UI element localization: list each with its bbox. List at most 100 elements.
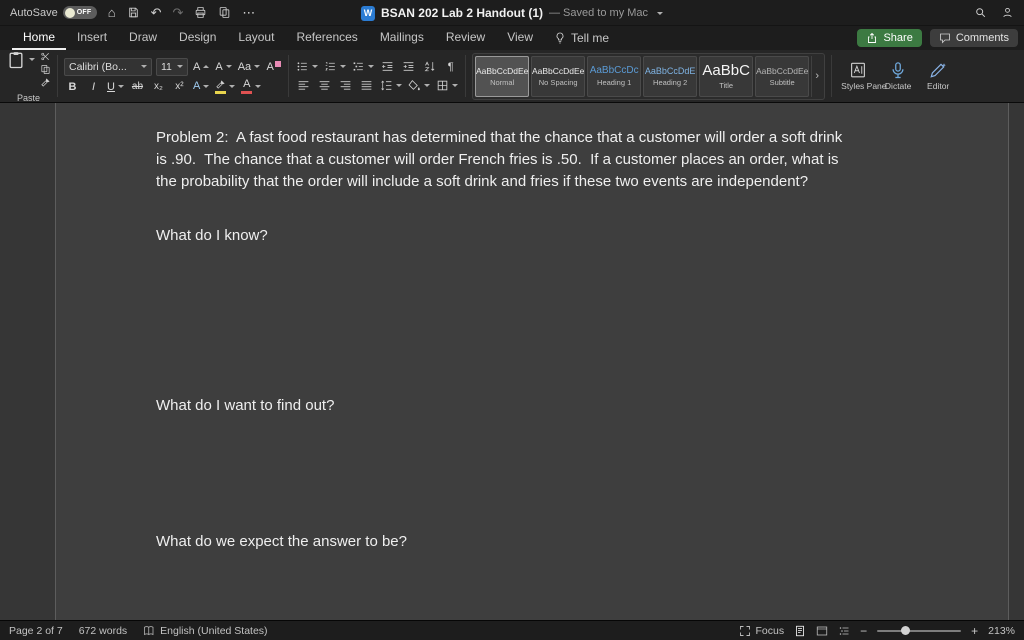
chevron-down-icon bbox=[141, 65, 147, 68]
save-icon[interactable] bbox=[127, 6, 140, 19]
subscript-button[interactable]: x₂ bbox=[150, 79, 167, 95]
styles-pane-button[interactable]: Styles Pane bbox=[838, 61, 887, 92]
style-card-normal[interactable]: AaBbCcDdEe Normal bbox=[475, 55, 530, 97]
microphone-icon bbox=[889, 61, 907, 79]
copy-icon[interactable] bbox=[40, 64, 51, 75]
text-effects-button[interactable]: A bbox=[192, 79, 210, 95]
cut-icon[interactable] bbox=[40, 51, 51, 62]
style-card-subtitle[interactable]: AaBbCcDdEe Subtitle bbox=[755, 55, 810, 97]
decrease-indent-button[interactable] bbox=[379, 59, 396, 75]
editor-button[interactable]: Editor bbox=[918, 61, 958, 92]
grow-font-button[interactable]: A bbox=[192, 59, 210, 75]
align-center-button[interactable] bbox=[316, 78, 333, 94]
format-painter-icon[interactable] bbox=[40, 77, 51, 88]
document-page[interactable]: Problem 2: A fast food restaurant has de… bbox=[55, 103, 1009, 620]
sort-button[interactable] bbox=[421, 59, 438, 75]
justify-button[interactable] bbox=[358, 78, 375, 94]
increase-indent-button[interactable] bbox=[400, 59, 417, 75]
tab-references[interactable]: References bbox=[285, 26, 368, 50]
font-name-select[interactable]: Calibri (Bo... bbox=[64, 57, 152, 76]
print-icon[interactable] bbox=[194, 6, 207, 19]
style-sample: AaBbC bbox=[702, 62, 750, 79]
font-color-button[interactable]: A bbox=[240, 79, 262, 95]
tab-design[interactable]: Design bbox=[168, 26, 227, 50]
tab-review[interactable]: Review bbox=[435, 26, 496, 50]
style-card-heading-2[interactable]: AaBbCcDdE Heading 2 bbox=[643, 55, 698, 97]
doc-paragraph-problem[interactable]: Problem 2: A fast food restaurant has de… bbox=[156, 127, 848, 192]
numbering-button[interactable] bbox=[323, 59, 347, 75]
bullets-button[interactable] bbox=[295, 59, 319, 75]
language-indicator[interactable]: English (United States) bbox=[160, 625, 267, 637]
borders-button[interactable] bbox=[435, 78, 459, 94]
word-count[interactable]: 672 words bbox=[79, 625, 127, 637]
tab-mailings[interactable]: Mailings bbox=[369, 26, 435, 50]
undo-icon[interactable]: ↶ bbox=[151, 6, 162, 19]
web-layout-view-button[interactable] bbox=[816, 625, 828, 637]
style-card-heading-1[interactable]: AaBbCcDc Heading 1 bbox=[587, 55, 642, 97]
change-case-button[interactable]: Aa bbox=[237, 59, 261, 75]
italic-button[interactable]: I bbox=[85, 79, 102, 95]
autosave-toggle[interactable]: AutoSave OFF bbox=[10, 6, 97, 19]
outline-view-button[interactable] bbox=[838, 625, 850, 637]
share-button[interactable]: Share bbox=[857, 29, 922, 47]
autosave-label: AutoSave bbox=[10, 6, 58, 19]
autosave-switch[interactable]: OFF bbox=[62, 6, 97, 19]
zoom-slider[interactable] bbox=[877, 625, 962, 635]
tab-home[interactable]: Home bbox=[12, 26, 67, 50]
bold-button[interactable]: B bbox=[64, 79, 81, 95]
highlight-color-button[interactable] bbox=[214, 79, 236, 95]
zoom-out-button[interactable]: − bbox=[860, 624, 867, 638]
search-icon[interactable] bbox=[974, 6, 987, 19]
comments-button[interactable]: Comments bbox=[929, 29, 1018, 47]
document-canvas: Problem 2: A fast food restaurant has de… bbox=[0, 103, 1024, 620]
dictate-label: Dictate bbox=[884, 80, 912, 91]
styles-pane-label: Styles Pane bbox=[841, 80, 887, 91]
multilevel-list-button[interactable] bbox=[351, 59, 375, 75]
statusbar: Page 2 of 7 672 words English (United St… bbox=[0, 620, 1024, 640]
shrink-font-button[interactable]: A bbox=[214, 59, 232, 75]
editor-label: Editor bbox=[927, 80, 950, 91]
style-card-no-spacing[interactable]: AaBbCcDdEe No Spacing bbox=[531, 55, 586, 97]
align-right-button[interactable] bbox=[337, 78, 354, 94]
underline-button[interactable]: U bbox=[106, 79, 125, 95]
shading-button[interactable] bbox=[407, 78, 431, 94]
font-size-select[interactable]: 11 bbox=[156, 57, 188, 76]
outdent-icon bbox=[381, 60, 394, 73]
saved-status[interactable]: — Saved to my Mac bbox=[549, 7, 648, 19]
doc-paragraph-expect[interactable]: What do we expect the answer to be? bbox=[156, 531, 848, 553]
page-indicator[interactable]: Page 2 of 7 bbox=[9, 625, 63, 637]
zoom-in-button[interactable]: + bbox=[971, 624, 978, 638]
tab-draw[interactable]: Draw bbox=[118, 26, 168, 50]
style-name: Normal bbox=[490, 77, 515, 87]
paste-dropdown-icon[interactable] bbox=[29, 58, 35, 61]
line-spacing-button[interactable] bbox=[379, 78, 403, 94]
zoom-level[interactable]: 213% bbox=[988, 625, 1015, 637]
focus-button[interactable]: Focus bbox=[739, 625, 784, 637]
zoom-slider-thumb[interactable] bbox=[901, 625, 911, 635]
duplicate-doc-icon[interactable] bbox=[218, 6, 231, 19]
clear-formatting-button[interactable]: A bbox=[265, 59, 282, 75]
doc-paragraph-know[interactable]: What do I know? bbox=[156, 225, 848, 247]
gallery-scroll-icon[interactable]: › bbox=[811, 55, 822, 97]
show-paragraph-marks-button[interactable]: ¶ bbox=[442, 59, 459, 75]
tab-layout[interactable]: Layout bbox=[227, 26, 285, 50]
group-divider bbox=[57, 55, 58, 97]
focus-icon bbox=[739, 625, 751, 637]
account-icon[interactable] bbox=[1001, 6, 1014, 19]
tab-insert[interactable]: Insert bbox=[66, 26, 118, 50]
paste-label: Paste bbox=[16, 92, 40, 103]
print-layout-view-button[interactable] bbox=[794, 625, 806, 637]
align-left-button[interactable] bbox=[295, 78, 312, 94]
tell-me-button[interactable]: Tell me bbox=[544, 26, 619, 50]
tab-view[interactable]: View bbox=[496, 26, 544, 50]
spellcheck-button[interactable]: English (United States) bbox=[143, 625, 268, 637]
doc-paragraph-find-out[interactable]: What do I want to find out? bbox=[156, 395, 848, 417]
style-card-title[interactable]: AaBbC Title bbox=[699, 55, 754, 97]
dictate-button[interactable]: Dictate bbox=[878, 61, 918, 92]
redo-icon[interactable]: ↷ bbox=[172, 6, 183, 19]
superscript-button[interactable]: x² bbox=[171, 79, 188, 95]
paste-button[interactable] bbox=[6, 50, 35, 70]
more-commands-icon[interactable]: ⋯ bbox=[242, 6, 255, 19]
home-icon[interactable]: ⌂ bbox=[108, 6, 116, 19]
strikethrough-button[interactable]: ab bbox=[129, 79, 146, 95]
